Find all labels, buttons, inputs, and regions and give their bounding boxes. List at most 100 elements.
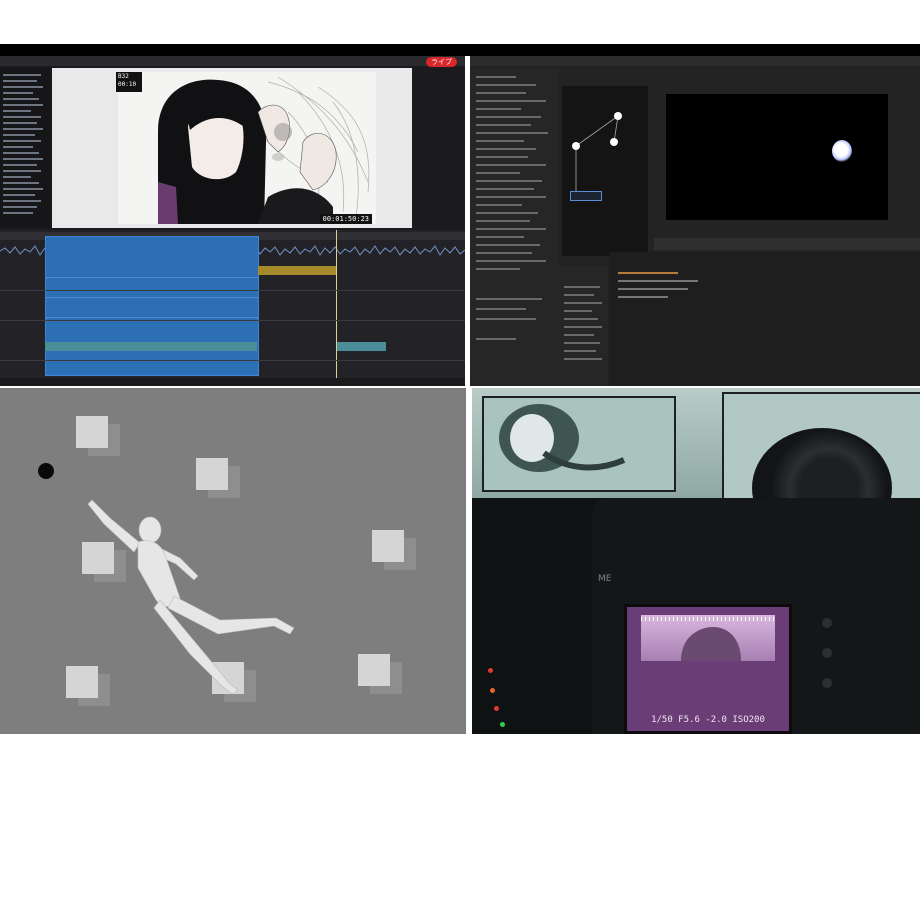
compositor-menubar[interactable] bbox=[470, 56, 920, 66]
monitor-eye-image bbox=[499, 404, 626, 472]
file-list-item[interactable] bbox=[3, 98, 39, 100]
property-row[interactable] bbox=[476, 132, 548, 134]
property-row[interactable] bbox=[476, 100, 546, 102]
file-list-item[interactable] bbox=[3, 80, 37, 82]
floating-cube bbox=[372, 530, 404, 562]
gold-clip[interactable] bbox=[258, 266, 336, 275]
layer-row[interactable] bbox=[618, 288, 688, 290]
viewer-overlay-info: B32 00:10 bbox=[116, 72, 142, 92]
property-row[interactable] bbox=[476, 228, 546, 230]
file-list-item[interactable] bbox=[3, 176, 31, 178]
camera-photo: ME 1/50 F5.6 -2.0 ISO200 bbox=[472, 388, 920, 734]
property-row[interactable] bbox=[476, 116, 541, 118]
node-library-panel[interactable] bbox=[558, 266, 608, 386]
file-list-item[interactable] bbox=[3, 140, 41, 142]
property-row[interactable] bbox=[476, 318, 536, 320]
library-item[interactable] bbox=[564, 350, 596, 352]
property-row[interactable] bbox=[476, 220, 530, 222]
library-item[interactable] bbox=[564, 286, 600, 288]
file-list-item[interactable] bbox=[3, 206, 37, 208]
overlay-line-1: B32 bbox=[118, 73, 129, 80]
library-item[interactable] bbox=[564, 342, 600, 344]
property-row[interactable] bbox=[476, 204, 522, 206]
playhead[interactable] bbox=[336, 230, 337, 380]
compositor-screenshot bbox=[470, 56, 920, 386]
file-list-item[interactable] bbox=[3, 164, 37, 166]
graph-node[interactable] bbox=[572, 142, 580, 150]
file-list-item[interactable] bbox=[3, 146, 33, 148]
file-list-item[interactable] bbox=[3, 92, 33, 94]
property-row[interactable] bbox=[476, 124, 531, 126]
selected-clip-region[interactable] bbox=[45, 236, 259, 376]
track-divider bbox=[0, 360, 465, 361]
file-list-item[interactable] bbox=[3, 182, 39, 184]
timeline-toolbar[interactable] bbox=[654, 238, 920, 250]
graph-node[interactable] bbox=[610, 138, 618, 146]
property-row[interactable] bbox=[476, 92, 526, 94]
file-list-item[interactable] bbox=[3, 128, 43, 130]
file-list-item[interactable] bbox=[3, 74, 41, 76]
library-item[interactable] bbox=[564, 334, 594, 336]
library-item[interactable] bbox=[564, 358, 602, 360]
track-divider bbox=[0, 290, 465, 291]
property-row[interactable] bbox=[476, 108, 521, 110]
file-list-item[interactable] bbox=[3, 188, 43, 190]
node-graph[interactable] bbox=[562, 86, 648, 256]
status-led-red bbox=[494, 706, 499, 711]
property-row[interactable] bbox=[476, 172, 520, 174]
property-row[interactable] bbox=[476, 308, 526, 310]
property-row[interactable] bbox=[476, 188, 534, 190]
property-row[interactable] bbox=[476, 76, 516, 78]
property-row[interactable] bbox=[476, 244, 540, 246]
video-clip-strip[interactable] bbox=[336, 342, 386, 351]
camera-brand-label: ME bbox=[598, 574, 612, 584]
file-list-item[interactable] bbox=[3, 110, 31, 112]
file-list-item[interactable] bbox=[3, 86, 43, 88]
camera-control-buttons bbox=[812, 608, 872, 708]
layer-row[interactable] bbox=[618, 280, 698, 282]
selected-node[interactable] bbox=[570, 191, 602, 201]
property-row[interactable] bbox=[476, 298, 542, 300]
library-item[interactable] bbox=[564, 318, 598, 320]
property-row[interactable] bbox=[476, 252, 532, 254]
library-item[interactable] bbox=[564, 326, 602, 328]
graph-node[interactable] bbox=[614, 112, 622, 120]
property-row[interactable] bbox=[476, 260, 546, 262]
video-clip-strip[interactable] bbox=[45, 342, 257, 351]
library-item[interactable] bbox=[564, 294, 594, 296]
file-list-item[interactable] bbox=[3, 200, 41, 202]
properties-panel[interactable] bbox=[470, 68, 558, 386]
file-list-item[interactable] bbox=[3, 116, 41, 118]
property-row[interactable] bbox=[476, 156, 528, 158]
property-row[interactable] bbox=[476, 180, 542, 182]
property-row[interactable] bbox=[476, 196, 546, 198]
file-list-item[interactable] bbox=[3, 152, 39, 154]
layer-row[interactable] bbox=[618, 296, 668, 298]
file-list-item[interactable] bbox=[3, 122, 37, 124]
program-viewer[interactable]: B32 00:10 00:01:50:23 bbox=[52, 68, 412, 228]
property-row[interactable] bbox=[476, 148, 536, 150]
property-row[interactable] bbox=[476, 164, 546, 166]
property-row[interactable] bbox=[476, 236, 524, 238]
editor-menubar[interactable]: ライブ bbox=[0, 56, 465, 67]
file-list-item[interactable] bbox=[3, 170, 41, 172]
render-viewport[interactable] bbox=[666, 94, 888, 220]
property-row[interactable] bbox=[476, 140, 524, 142]
library-item[interactable] bbox=[564, 310, 592, 312]
editor-file-list[interactable] bbox=[0, 68, 50, 228]
property-row[interactable] bbox=[476, 338, 516, 340]
property-row[interactable] bbox=[476, 268, 520, 270]
file-list-item[interactable] bbox=[3, 134, 35, 136]
editor-timeline[interactable] bbox=[0, 230, 465, 386]
file-list-item[interactable] bbox=[3, 212, 33, 214]
compositor-timeline[interactable] bbox=[610, 252, 920, 386]
file-list-item[interactable] bbox=[3, 104, 43, 106]
property-row[interactable] bbox=[476, 84, 536, 86]
camera-lcd-screen: 1/50 F5.6 -2.0 ISO200 bbox=[624, 604, 792, 734]
property-row[interactable] bbox=[476, 212, 538, 214]
layer-row[interactable] bbox=[618, 272, 678, 274]
file-list-item[interactable] bbox=[3, 194, 35, 196]
file-list-item[interactable] bbox=[3, 158, 43, 160]
live-badge[interactable]: ライブ bbox=[426, 57, 457, 67]
library-item[interactable] bbox=[564, 302, 602, 304]
